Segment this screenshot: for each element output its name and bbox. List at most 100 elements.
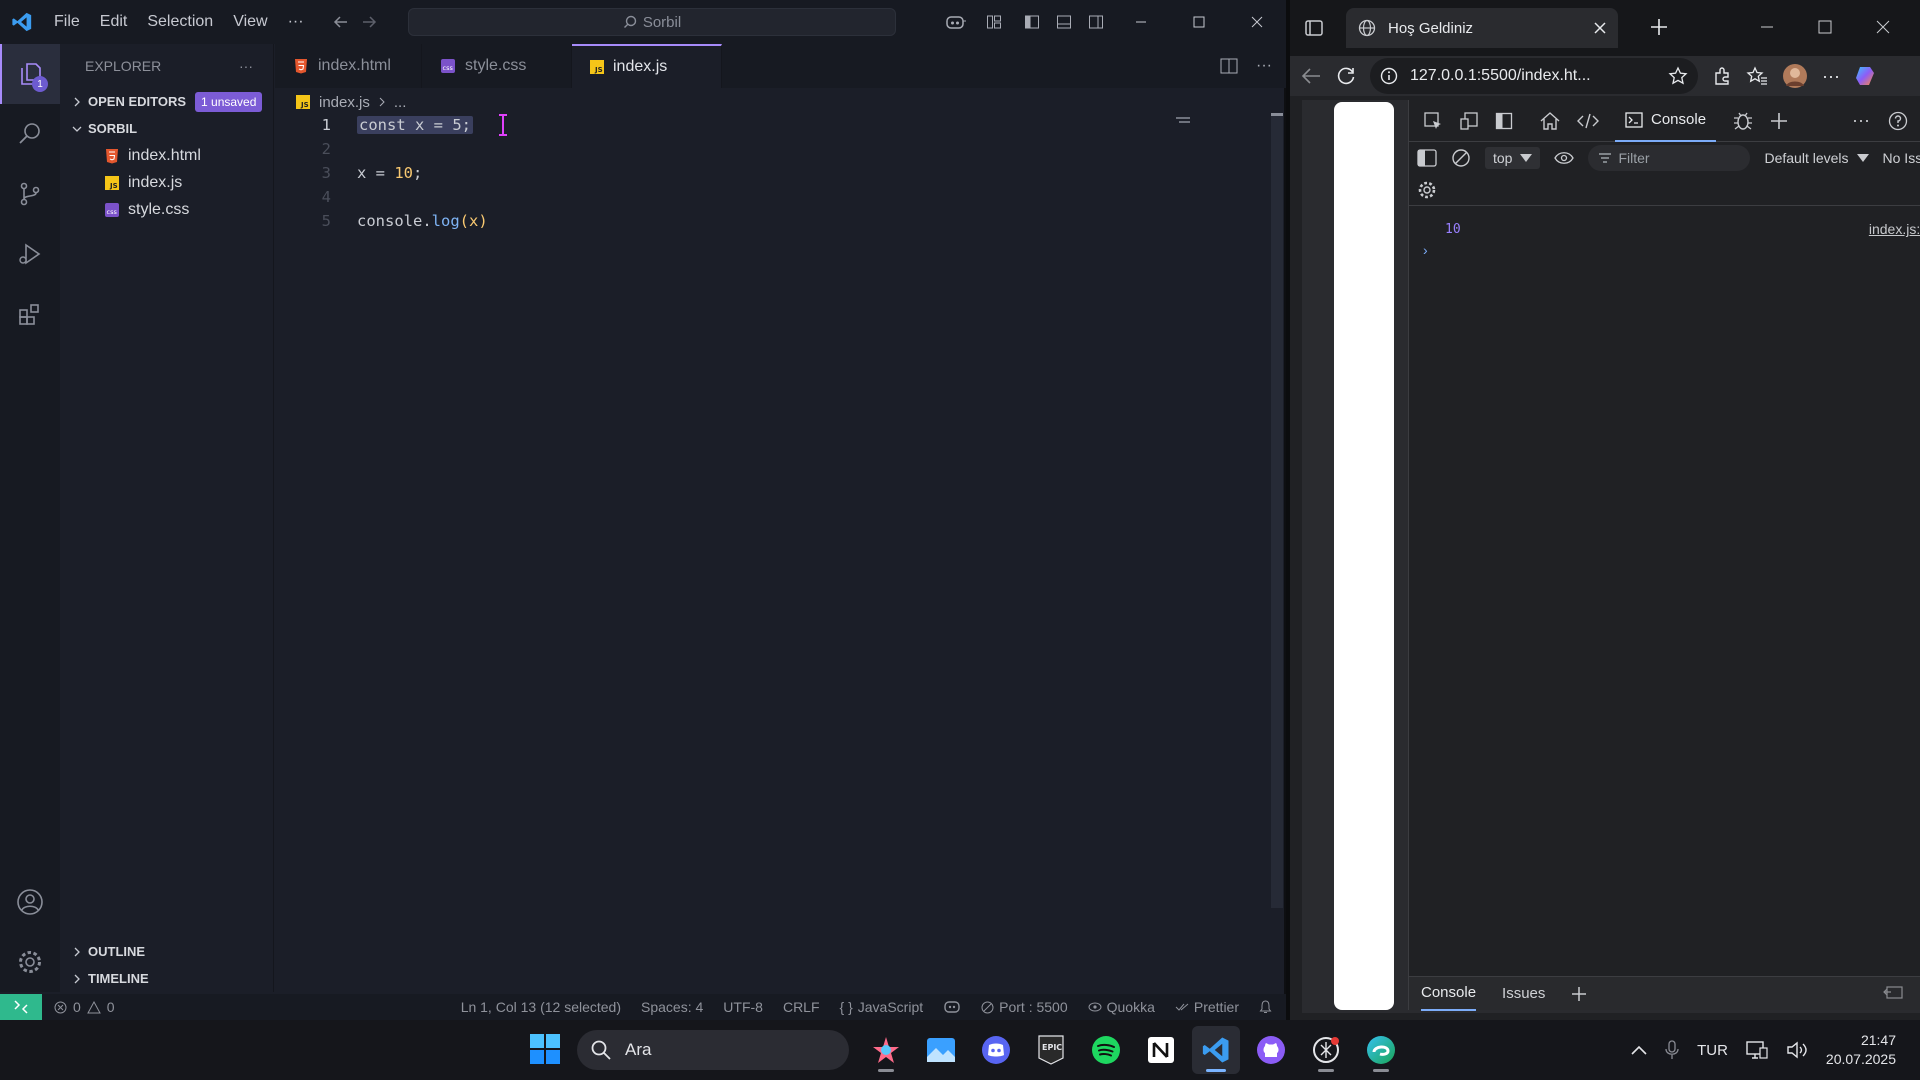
new-tab-icon[interactable] [1650,18,1668,36]
console-prompt[interactable]: › [1423,242,1428,258]
minimize-icon[interactable] [1760,20,1774,34]
encoding[interactable]: UTF-8 [723,999,763,1015]
menu-file[interactable]: File [44,0,90,44]
split-editor-icon[interactable] [1220,58,1238,74]
browser-tab[interactable]: Hoş Geldiniz [1346,8,1618,48]
copilot-icon[interactable] [940,0,972,44]
taskbar-app-photos[interactable] [917,1026,965,1074]
editor-scrollbar[interactable] [1271,116,1283,908]
editor-more-icon[interactable]: ··· [1256,57,1272,75]
drawer-tab-console[interactable]: Console [1421,976,1477,1011]
search-view-icon[interactable] [0,104,60,164]
code-editor[interactable]: 1 2 3 4 5 const x = 5; x = 10; console.l… [275,114,1270,992]
maximize-icon[interactable] [1170,0,1228,44]
layout-customize-icon[interactable] [972,0,1016,44]
breadcrumb-more[interactable]: ... [394,94,407,111]
prettier-status[interactable]: Prettier [1175,999,1239,1015]
drawer-add-tab-icon[interactable] [1571,986,1587,1002]
timeline-section[interactable]: TIMELINE [60,965,274,992]
problems-indicator[interactable]: 0 0 [42,999,115,1015]
console-log-source-link[interactable]: index.js:5 [1869,221,1920,237]
quokka-status[interactable]: Quokka [1088,999,1155,1015]
toggle-secondary-sidebar-icon[interactable] [1080,0,1112,44]
elements-code-icon[interactable] [1577,112,1599,130]
tab-actions-icon[interactable] [1304,18,1324,38]
folder-section[interactable]: SORBIL [60,115,273,142]
back-arrow-icon[interactable] [1300,66,1322,86]
taskbar-app-spotify-icon[interactable] [1082,1026,1130,1074]
end-of-line[interactable]: CRLF [783,999,820,1015]
favorite-star-icon[interactable] [1668,66,1688,86]
welcome-home-icon[interactable] [1539,111,1561,131]
help-icon[interactable] [1888,111,1908,131]
address-bar[interactable]: 127.0.0.1:5500/index.ht... [1370,58,1698,94]
drawer-dock-icon[interactable] [1883,985,1903,1002]
microphone-icon[interactable] [1665,1040,1679,1060]
close-icon[interactable] [1876,20,1890,34]
toggle-panel-icon[interactable] [1048,0,1080,44]
console-settings-gear-icon[interactable] [1417,180,1437,200]
maximize-icon[interactable] [1818,20,1832,34]
open-editors-section[interactable]: OPEN EDITORS 1 unsaved [60,88,273,115]
run-debug-icon[interactable] [0,224,60,284]
favorites-icon[interactable] [1746,66,1768,86]
extensions-puzzle-icon[interactable] [1712,66,1732,86]
accounts-icon[interactable] [0,872,60,932]
live-expression-eye-icon[interactable] [1554,151,1575,165]
copilot-status-icon[interactable] [943,1000,961,1014]
input-language[interactable]: TUR [1697,1042,1728,1059]
outline-section[interactable]: OUTLINE [60,938,274,965]
tab-index-js[interactable]: JS index.js [572,44,722,88]
live-server-port[interactable]: Port : 5500 [981,999,1068,1015]
toggle-sidebar-icon[interactable] [1016,0,1048,44]
windows-start-icon[interactable] [530,1034,560,1064]
menu-view[interactable]: View [223,0,277,44]
menu-selection[interactable]: Selection [137,0,223,44]
file-item-css[interactable]: css style.css [60,196,273,223]
devtools-more-icon[interactable]: ··· [1852,110,1870,131]
command-center-search[interactable]: Sorbil [408,8,896,36]
extensions-icon[interactable] [0,284,60,344]
taskbar-search[interactable]: Ara [577,1030,849,1070]
taskbar-app-epic-games-icon[interactable]: EPIC [1027,1026,1075,1074]
indentation[interactable]: Spaces: 4 [641,999,703,1015]
taskbar-app-colorful[interactable] [862,1026,910,1074]
context-selector[interactable]: top [1485,147,1541,169]
taskbar-app-vscode-icon[interactable] [1192,1026,1240,1074]
log-levels-dropdown[interactable]: Default levels [1764,150,1869,166]
cursor-position[interactable]: Ln 1, Col 13 (12 selected) [461,999,621,1015]
show-sidebar-icon[interactable] [1417,149,1437,167]
refresh-icon[interactable] [1336,66,1356,86]
clear-console-icon[interactable] [1451,148,1471,168]
profile-avatar[interactable] [1782,63,1808,89]
back-arrow-icon[interactable] [332,13,350,31]
file-item-js[interactable]: JS index.js [60,169,273,196]
file-item-html[interactable]: index.html [60,142,273,169]
close-tab-icon[interactable] [1594,22,1606,34]
taskbar-app-edge-icon[interactable] [1357,1026,1405,1074]
source-control-icon[interactable] [0,164,60,224]
device-emulation-icon[interactable] [1459,111,1479,131]
language-mode[interactable]: { } JavaScript [840,999,924,1015]
tab-style-css[interactable]: css style.css [422,44,572,88]
dock-side-icon[interactable] [1495,112,1513,130]
bell-icon[interactable] [1259,1000,1272,1014]
inspect-element-icon[interactable] [1423,111,1443,131]
remote-indicator-icon[interactable] [0,994,42,1020]
tab-console[interactable]: Console [1615,100,1717,142]
network-icon[interactable] [1746,1040,1768,1060]
chevron-up-icon[interactable] [1631,1045,1647,1055]
add-tool-icon[interactable] [1770,112,1788,130]
minimize-icon[interactable] [1112,0,1170,44]
close-icon[interactable] [1228,0,1286,44]
bug-debugger-icon[interactable] [1732,110,1754,132]
copilot-icon[interactable] [1854,64,1878,88]
explorer-icon[interactable]: 1 [0,44,60,104]
menu-edit[interactable]: Edit [90,0,138,44]
tab-index-html[interactable]: index.html [275,44,422,88]
clock[interactable]: 21:47 20.07.2025 [1826,1031,1896,1069]
issues-count[interactable]: No Issues [1883,150,1920,166]
explorer-more-icon[interactable]: ··· [239,58,253,74]
menu-more-icon[interactable]: ··· [278,0,314,44]
taskbar-app-chatgpt-icon[interactable] [1302,1026,1350,1074]
